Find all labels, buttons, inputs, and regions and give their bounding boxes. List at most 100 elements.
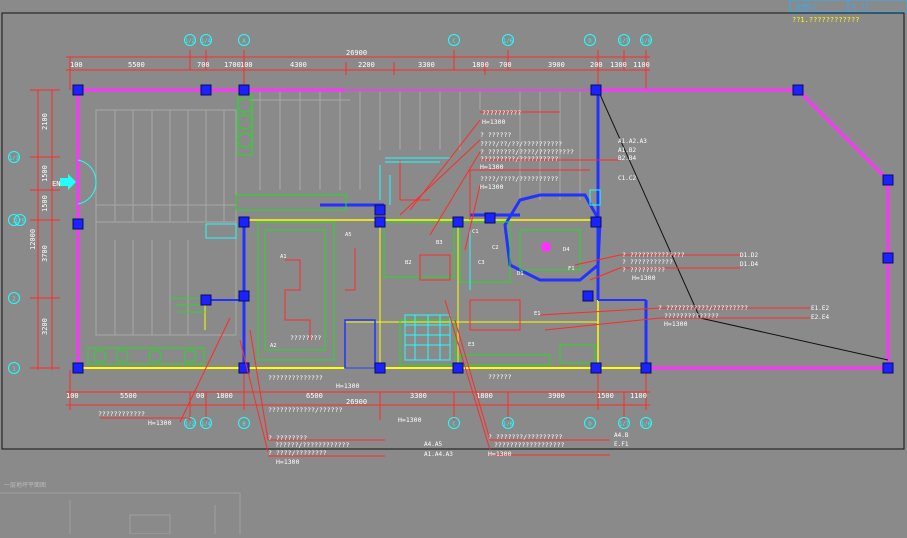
column-marker (590, 362, 602, 374)
grid-bubble: 1/5 (14, 214, 26, 226)
svg-text:1/3: 1/3 (9, 156, 19, 162)
dim-bottom-segment: 1500 (597, 392, 614, 400)
svg-text:C: C (452, 39, 455, 45)
svg-text:B: B (242, 422, 246, 428)
dim-bottom-segment: 1800 (216, 392, 233, 400)
note-n5: ?????????/?????????? (480, 155, 558, 163)
grid-bubble: 1/4 (200, 34, 212, 46)
note-n6-h: H=1300 (480, 183, 504, 191)
dim-left-segments: 2100 1500 1500 3700 3200 (41, 113, 49, 335)
room-tag-c3: C3 (478, 260, 485, 266)
column-marker (792, 84, 804, 96)
dim-top-segment: 700 (197, 61, 210, 69)
room-tag-b2: B3 (436, 240, 443, 246)
note-b7-h: H=1300 (488, 450, 512, 458)
svg-text:D: D (588, 422, 591, 428)
dim-top-segments: 100 5500 700 1700 100 4300 2200 3300 1800 700 3900… (70, 61, 650, 69)
dim-left-segment: 3200 (41, 318, 49, 335)
note-r2: ? ??????????? (622, 258, 673, 266)
tag-t2: A1.B2 (618, 147, 636, 154)
room-tag-a3: A5 (345, 232, 352, 238)
dim-top-segment: 100 (70, 61, 83, 69)
cad-canvas[interactable]: 比例?? F ?? ??1.???????????? 26900 26900 1… (0, 0, 907, 535)
tag-t1: A1.A2.A3 (618, 138, 647, 145)
room-tag-e1: E1 (534, 311, 541, 317)
svg-text:1: 1 (12, 367, 15, 373)
grid-bubble: 2 (8, 292, 20, 304)
room-tag-e2: E3 (468, 342, 475, 348)
dim-top-segment: 1300 (610, 61, 627, 69)
round-fixture-icon (541, 242, 551, 252)
note-n5-h: H=1300 (480, 163, 504, 171)
dim-bottom-segment: 00 (196, 392, 204, 400)
dim-bottom-segment: 1100 (630, 392, 647, 400)
dim-top-segment: 3900 (548, 61, 565, 69)
column-marker (72, 362, 84, 374)
note-n1: ?????????? (482, 109, 521, 117)
column-marker (452, 216, 464, 228)
title-cell-b: F ?? (852, 3, 869, 11)
note-b8: H=1300 (336, 382, 360, 390)
note-b9: H=1300 (398, 416, 422, 424)
note-n3: ????/??/??/?????????? (480, 140, 562, 148)
tag-t6: D1.D4 (740, 261, 758, 268)
column-marker (484, 212, 496, 224)
dim-top-segment: 1800 (472, 61, 489, 69)
note-b6: ? ???????/????????? (488, 433, 562, 441)
column-marker (72, 84, 84, 96)
dim-top-segment: 4300 (290, 61, 307, 69)
note-b5: ? ????/???????? (268, 449, 327, 457)
dim-overall-top: 26900 (346, 49, 367, 57)
dim-top-segment: 5500 (128, 61, 145, 69)
plan-label: 一层地坪平面图 (4, 481, 46, 489)
dim-top-segment: 200 (590, 61, 603, 69)
column-marker (374, 362, 386, 374)
dim-bottom-segment: 3900 (548, 392, 565, 400)
tag-t12: E.F1 (614, 441, 629, 448)
grid-bubble: 1 (8, 362, 20, 374)
tag-t3: B2.B4 (618, 155, 636, 162)
dim-top-segment: 3300 (418, 61, 435, 69)
title-cell-a: 比例?? (795, 2, 817, 11)
column-marker (238, 216, 250, 228)
dim-bottom-segment: 1800 (476, 392, 493, 400)
entrance-label: EN (52, 180, 60, 188)
svg-text:1/6: 1/6 (503, 422, 513, 428)
column-marker (374, 216, 386, 228)
tag-t8: E2.E4 (811, 314, 829, 321)
column-marker (640, 362, 652, 374)
svg-text:1/5: 1/5 (15, 219, 25, 225)
note-r3: ? ????????? (622, 266, 665, 274)
room-tag-d1: D1 (517, 271, 524, 277)
tag-t7: E1.E2 (811, 305, 829, 312)
note-b11: ?????? (488, 373, 512, 381)
note-r5: ?????????????? (664, 312, 719, 320)
column-marker (374, 204, 386, 216)
grid-bubble: A (238, 34, 250, 46)
dim-top-segment: 1700 (224, 61, 241, 69)
note-b1-h: H=1300 (148, 419, 172, 427)
dim-top-segment: 700 (499, 61, 512, 69)
dim-bottom-segment: 6500 (306, 392, 323, 400)
grid-bubble: 1/7 (618, 34, 630, 46)
note-n6: ????/????/?????????? (480, 175, 558, 183)
note-b12: ???????? (290, 334, 321, 342)
svg-text:1/6: 1/6 (503, 39, 513, 45)
svg-text:A: A (242, 39, 246, 45)
dim-top-segment: 2200 (358, 61, 375, 69)
column-marker (72, 218, 84, 230)
note-b5-h: H=1300 (276, 458, 300, 466)
note-n1-h: H=1300 (482, 118, 506, 126)
dim-bottom-segment: 5500 (120, 392, 137, 400)
dim-overall-left: 12000 (29, 229, 37, 250)
grid-bubble: 1/6 (502, 34, 514, 46)
tag-t10: A1.A4.A3 (424, 451, 453, 458)
dimension-texts: 26900 26900 (346, 49, 367, 406)
room-tag-a1: A1 (280, 254, 287, 260)
dim-overall-bottom: 26900 (346, 398, 367, 406)
grid-bubbles-left: 1/33 1/521 (8, 151, 26, 374)
room-tag-d2: D4 (563, 247, 570, 253)
dim-left-segment: 1500 (41, 195, 49, 212)
svg-text:1/4: 1/4 (201, 422, 212, 428)
svg-text:2: 2 (12, 297, 15, 303)
